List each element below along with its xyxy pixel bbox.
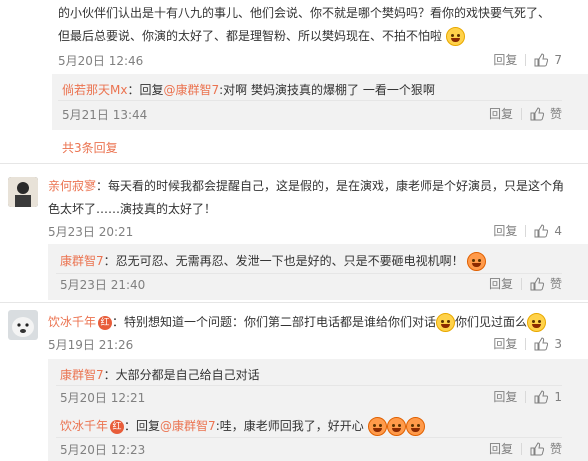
comment-text-line: 但最后总要说、你演的太好了、都是理智粉、所以樊妈现在、不拍不怕啦 (58, 27, 465, 46)
sub-reply-text: :哇，康老师回我了，好开心 (215, 419, 364, 433)
avatar[interactable] (8, 310, 38, 340)
sub-reply-author[interactable]: 倘若那天Mx (62, 83, 127, 97)
grin-emoji-icon (445, 27, 465, 46)
sub-reply-timestamp: 5月23日 21:40 (60, 278, 146, 292)
sub-reply-text: :对啊 樊妈演技真的爆棚了 一看一个狠啊 (219, 83, 435, 97)
comment-author[interactable]: 饮冰千年 (48, 315, 96, 329)
thumbs-up-icon[interactable] (530, 106, 544, 121)
comment-divider (0, 163, 588, 164)
sub-reply-author[interactable]: 康群智7 (60, 368, 104, 382)
mention-link[interactable]: @康群智7 (160, 419, 216, 433)
sub-reply-text: ：忍无可忍、无需再忍、发泄一下也是好的、只是不要砸电视机啊！ (103, 254, 464, 268)
comment-timestamp: 5月20日 12:46 (58, 54, 144, 68)
thumbs-up-icon[interactable] (534, 52, 549, 67)
reply-button[interactable]: 回复 (493, 335, 517, 352)
thumbs-up-icon[interactable] (534, 336, 549, 351)
comment-timestamp: 5月23日 20:21 (48, 225, 134, 239)
sub-reply-actions: 回复 赞 (489, 105, 562, 122)
comment-text-line: 亲何寂寥：每天看的时候我都会提醒自己，这是假的，是在演戏，康老师是个好演员，只是… (48, 177, 564, 195)
comment-text: 你们见过面么 (455, 315, 528, 329)
action-separator (525, 53, 527, 66)
sub-reply-author[interactable]: 康群智7 (60, 254, 104, 268)
action-separator (525, 390, 527, 403)
love-emoji-icon (367, 417, 387, 436)
sub-reply-timestamp: 5月20日 12:23 (60, 443, 146, 457)
like-label: 赞 (549, 107, 562, 121)
member-badge: 红 (98, 315, 113, 330)
comment-text: 的小伙伴们认出是十有八九的事儿、他们会说、你不就是哪个樊妈吗？看你的戏快要气死了… (58, 6, 551, 20)
sub-reply-timestamp: 5月21日 13:44 (62, 108, 148, 122)
reply-button[interactable]: 回复 (489, 275, 513, 292)
like-count: 1 (554, 389, 562, 404)
angry-emoji-icon (467, 252, 487, 271)
action-separator (520, 442, 522, 455)
like-count: 3 (554, 336, 562, 351)
thumbs-up-icon[interactable] (534, 389, 549, 404)
divider (58, 100, 562, 101)
comment-text: 但最后总要说、你演的太好了、都是理智粉、所以樊妈现在、不拍不怕啦 (58, 29, 443, 43)
comment-author[interactable]: 亲何寂寥 (48, 179, 96, 193)
like-label: 赞 (549, 442, 562, 456)
reply-button[interactable]: 回复 (493, 222, 517, 239)
love-emoji-icon (386, 417, 406, 436)
avatar[interactable] (8, 177, 38, 207)
comment-text: ：特别想知道一个问题：你们第二部打电话都是谁给你们对话 (112, 315, 437, 329)
laugh-emoji-icon (527, 313, 547, 332)
action-separator (520, 277, 522, 290)
like-count: 7 (554, 52, 562, 67)
reply-button[interactable]: 回复 (493, 51, 517, 68)
like-label: 赞 (549, 277, 562, 291)
laugh-emoji-icon (436, 313, 456, 332)
comment-actions: 回复 4 (493, 222, 562, 239)
reply-button[interactable]: 回复 (489, 105, 513, 122)
sub-reply-text: ：大部分都是自己给自己对话 (103, 368, 260, 382)
comment-text-line: 色太坏了……演技真的太好了！ (48, 200, 216, 218)
sub-reply-author[interactable]: 饮冰千年 (60, 419, 108, 433)
thumbs-up-icon[interactable] (530, 276, 544, 291)
divider (56, 385, 562, 386)
sub-reply: 倘若那天Mx：回复@康群智7:对啊 樊妈演技真的爆棚了 一看一个狠啊 (62, 83, 435, 97)
comment-timestamp: 5月19日 21:26 (48, 338, 134, 352)
sub-reply-actions: 回复 赞 (489, 440, 562, 457)
thumbs-up-icon[interactable] (530, 441, 544, 456)
comment-text: ：每天看的时候我都会提醒自己，这是假的，是在演戏，康老师是个好演员，只是这个角 (96, 179, 565, 193)
love-emoji-icon (405, 417, 425, 436)
member-badge: 红 (110, 419, 125, 434)
comment-text-line: 饮冰千年红：特别想知道一个问题：你们第二部打电话都是谁给你们对话 你们见过面么 (48, 313, 547, 332)
thumbs-up-icon[interactable] (534, 223, 549, 238)
reply-button[interactable]: 回复 (489, 440, 513, 457)
action-separator (520, 107, 522, 120)
like-count: 4 (554, 223, 562, 238)
sub-reply-actions: 回复 1 (493, 388, 562, 405)
comment-divider (0, 302, 588, 303)
sub-reply-timestamp: 5月20日 12:21 (60, 391, 146, 405)
comment-text-line: 的小伙伴们认出是十有八九的事儿、他们会说、你不就是哪个樊妈吗？看你的戏快要气死了… (58, 4, 550, 22)
divider (56, 437, 562, 438)
sub-reply-actions: 回复 赞 (489, 275, 562, 292)
sub-reply: 饮冰千年红：回复@康群智7:哇，康老师回我了，好开心 (60, 417, 425, 436)
sub-reply: 康群智7：大部分都是自己给自己对话 (60, 366, 260, 384)
action-separator (525, 337, 527, 350)
mention-link[interactable]: @康群智7 (164, 83, 220, 97)
divider (56, 273, 562, 274)
more-replies-link[interactable]: 共3条回复 (62, 139, 118, 156)
reply-button[interactable]: 回复 (493, 388, 517, 405)
action-separator (525, 224, 527, 237)
comment-text: 色太坏了……演技真的太好了！ (48, 202, 217, 216)
comment-actions: 回复 7 (493, 51, 562, 68)
sub-reply: 康群智7：忍无可忍、无需再忍、发泄一下也是好的、只是不要砸电视机啊！ (60, 252, 487, 271)
comment-actions: 回复 3 (493, 335, 562, 352)
